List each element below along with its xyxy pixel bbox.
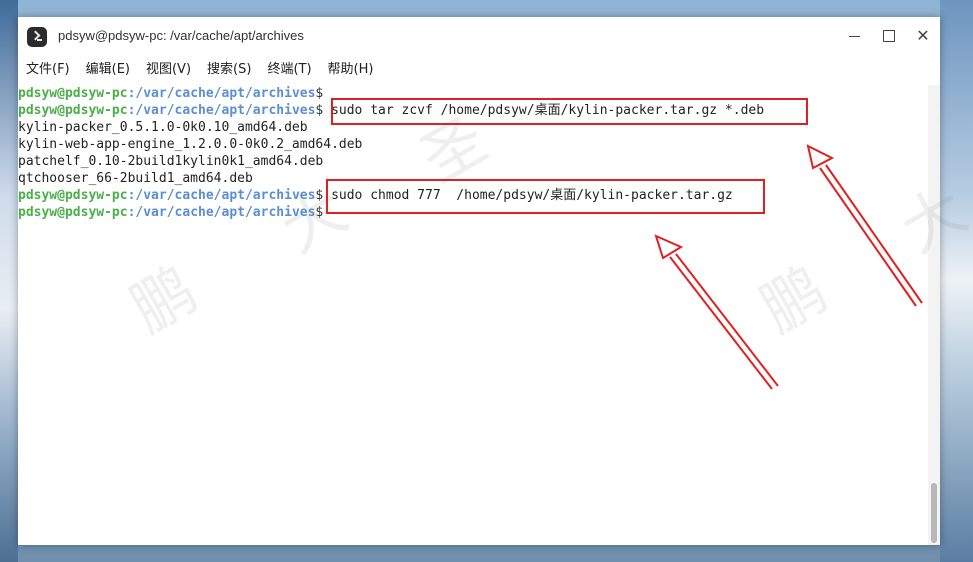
scrollbar-thumb[interactable] bbox=[931, 483, 937, 543]
terminal-app-icon bbox=[27, 27, 47, 47]
prompt-path: :/var/cache/apt/archives bbox=[127, 205, 316, 220]
minimize-icon bbox=[849, 36, 860, 37]
prompt-user: pdsyw@pdsyw-pc bbox=[18, 103, 128, 118]
prompt-user: pdsyw@pdsyw-pc bbox=[18, 188, 128, 203]
window-title: pdsyw@pdsyw-pc: /var/cache/apt/archives bbox=[58, 28, 304, 43]
desktop-background-right bbox=[940, 0, 973, 562]
prompt-dollar: $ bbox=[315, 86, 324, 101]
terminal-output-line: kylin-web-app-engine_1.2.0.0-0k0.2_amd64… bbox=[18, 137, 363, 152]
menu-bar: 文件(F) 编辑(E) 视图(V) 搜索(S) 终端(T) 帮助(H) bbox=[18, 55, 940, 85]
vertical-scrollbar[interactable] bbox=[928, 85, 940, 545]
terminal-prompt-line: pdsyw@pdsyw-pc:/var/cache/apt/archives$ bbox=[18, 204, 928, 221]
terminal-output[interactable]: pdsyw@pdsyw-pc:/var/cache/apt/archives$ p… bbox=[18, 85, 928, 545]
prompt-path: :/var/cache/apt/archives bbox=[127, 86, 316, 101]
terminal-output-line: patchelf_0.10-2build1kylin0k1_amd64.deb bbox=[18, 154, 324, 169]
prompt-user: pdsyw@pdsyw-pc bbox=[18, 205, 128, 220]
terminal-output-line: kylin-packer_0.5.1.0-0k0.10_amd64.deb bbox=[18, 120, 308, 135]
maximize-icon bbox=[883, 30, 895, 42]
menu-edit[interactable]: 编辑(E) bbox=[78, 55, 138, 85]
prompt-dollar: $ bbox=[315, 205, 324, 220]
close-icon: ✕ bbox=[916, 26, 930, 45]
maximize-button[interactable] bbox=[878, 25, 900, 47]
minimize-button[interactable] bbox=[844, 25, 866, 47]
terminal-prompt-line: pdsyw@pdsyw-pc:/var/cache/apt/archives$ … bbox=[18, 102, 928, 119]
terminal-prompt-line: pdsyw@pdsyw-pc:/var/cache/apt/archives$ bbox=[18, 85, 928, 102]
desktop-background-left bbox=[0, 0, 18, 562]
menu-help[interactable]: 帮助(H) bbox=[320, 55, 382, 85]
prompt-user: pdsyw@pdsyw-pc bbox=[18, 86, 128, 101]
menu-view[interactable]: 视图(V) bbox=[138, 55, 199, 85]
prompt-path: :/var/cache/apt/archives bbox=[127, 188, 316, 203]
title-bar[interactable]: pdsyw@pdsyw-pc: /var/cache/apt/archives … bbox=[18, 17, 940, 55]
terminal-output-line: qtchooser_66-2build1_amd64.deb bbox=[18, 171, 253, 186]
command-text: sudo chmod 777 /home/pdsyw/桌面/kylin-pack… bbox=[323, 188, 733, 203]
command-text: sudo tar zcvf /home/pdsyw/桌面/kylin-packe… bbox=[323, 103, 765, 118]
close-button[interactable]: ✕ bbox=[912, 25, 934, 47]
menu-search[interactable]: 搜索(S) bbox=[199, 55, 259, 85]
menu-terminal[interactable]: 终端(T) bbox=[259, 55, 319, 85]
terminal-prompt-line: pdsyw@pdsyw-pc:/var/cache/apt/archives$ … bbox=[18, 187, 928, 204]
terminal-window: pdsyw@pdsyw-pc: /var/cache/apt/archives … bbox=[18, 17, 940, 545]
prompt-path: :/var/cache/apt/archives bbox=[127, 103, 316, 118]
menu-file[interactable]: 文件(F) bbox=[18, 55, 78, 85]
